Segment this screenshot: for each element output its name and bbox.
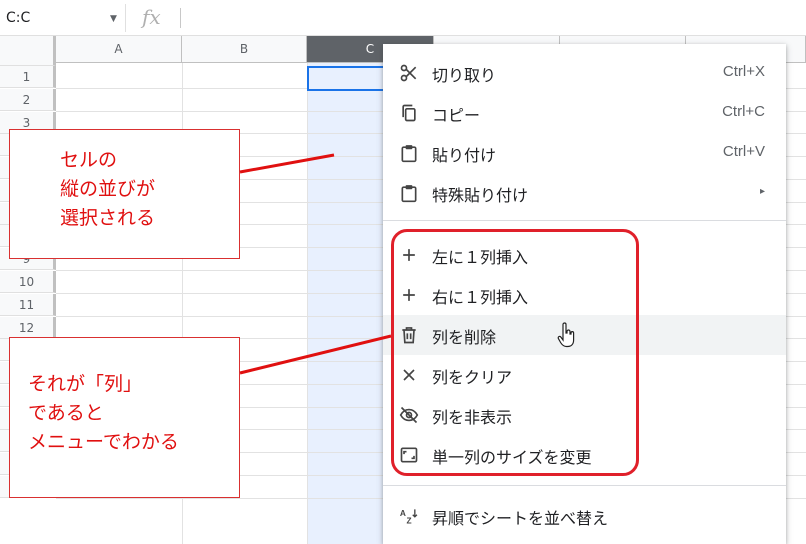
formula-divider xyxy=(180,8,181,28)
svg-text:Z: Z xyxy=(407,516,412,526)
menu-item-paste-special[interactable]: 特殊貼り付け ▸ xyxy=(383,173,786,213)
column-header-a[interactable]: A xyxy=(56,36,182,62)
row-header[interactable]: 2 xyxy=(0,88,56,111)
clipboard-icon xyxy=(399,143,419,163)
clipboard-icon xyxy=(399,183,419,203)
menu-item-shortcut: Ctrl+X xyxy=(722,63,765,80)
menu-item-sort-ascending[interactable]: AZ 昇順でシートを並べ替え xyxy=(383,496,786,536)
name-box-value: C:C xyxy=(6,10,31,26)
annotation-line: メニューでわかる xyxy=(28,431,179,453)
menu-item-label: 昇順でシートを並べ替え xyxy=(432,509,609,528)
eye-off-icon xyxy=(399,405,419,425)
spreadsheet-window: C:C ▼ fx A B C D E F 1234567891011121314… xyxy=(0,0,806,544)
menu-item-label: 列をクリア xyxy=(432,368,513,387)
close-icon xyxy=(399,365,419,385)
menu-item-paste[interactable]: 貼り付け Ctrl+V xyxy=(383,133,786,173)
dropdown-caret-icon[interactable]: ▼ xyxy=(110,14,117,24)
menu-item-label: 列を削除 xyxy=(432,328,497,347)
plus-icon xyxy=(399,245,419,265)
scissors-icon xyxy=(399,63,419,83)
annotation-line: それが「列」 xyxy=(28,373,143,395)
trash-icon xyxy=(399,325,419,345)
menu-item-insert-column-left[interactable]: 左に１列挿入 xyxy=(383,235,786,275)
menu-item-delete-column[interactable]: 列を削除 xyxy=(383,315,786,355)
name-box[interactable]: C:C ▼ xyxy=(0,4,126,32)
menu-item-clear-column[interactable]: 列をクリア xyxy=(383,355,786,395)
row-header[interactable]: 10 xyxy=(0,271,56,294)
annotation-box-selection: セルの 縦の並びが 選択される xyxy=(9,129,240,259)
menu-item-shortcut: Ctrl+V xyxy=(722,143,765,160)
menu-item-label: 列を非表示 xyxy=(432,408,513,427)
menu-item-label: 単一列のサイズを変更 xyxy=(432,448,592,467)
resize-icon xyxy=(399,445,419,465)
annotation-line: であると xyxy=(28,402,104,424)
menu-item-cut[interactable]: 切り取り Ctrl+X xyxy=(383,53,786,93)
annotation-line: セルの xyxy=(60,149,118,171)
menu-item-label: 切り取り xyxy=(432,66,497,85)
menu-item-label: コピー xyxy=(432,106,481,125)
menu-item-insert-column-right[interactable]: 右に１列挿入 xyxy=(383,275,786,315)
menu-item-copy[interactable]: コピー Ctrl+C xyxy=(383,93,786,133)
menu-item-label: 特殊貼り付け xyxy=(432,186,529,205)
row-header[interactable]: 11 xyxy=(0,293,56,316)
column-header-b[interactable]: B xyxy=(182,36,307,62)
row-header-spacer xyxy=(0,43,56,66)
context-menu: 切り取り Ctrl+X コピー Ctrl+C 貼り付け Ctrl+V 特殊貼り付… xyxy=(383,44,786,544)
plus-icon xyxy=(399,285,419,305)
annotation-line: 選択される xyxy=(60,207,156,229)
row-header[interactable]: 1 xyxy=(0,66,56,88)
menu-item-label: 左に１列挿入 xyxy=(432,248,529,267)
menu-item-shortcut: Ctrl+C xyxy=(722,103,765,120)
annotation-box-column: それが「列」 であると メニューでわかる xyxy=(9,337,240,498)
menu-item-label: 貼り付け xyxy=(432,146,497,165)
menu-item-label: 右に１列挿入 xyxy=(432,288,529,307)
row-header[interactable]: 12 xyxy=(0,316,56,339)
function-icon: fx xyxy=(142,5,161,29)
menu-separator xyxy=(383,485,786,486)
menu-item-hide-column[interactable]: 列を非表示 xyxy=(383,395,786,435)
menu-separator xyxy=(383,220,786,221)
grid-line xyxy=(307,63,308,544)
formula-bar: C:C ▼ fx xyxy=(0,0,806,36)
menu-item-resize-column[interactable]: 単一列のサイズを変更 xyxy=(383,435,786,475)
annotation-line: 縦の並びが xyxy=(60,178,156,200)
sort-az-icon: AZ xyxy=(399,506,419,526)
copy-icon xyxy=(399,103,419,123)
submenu-arrow-icon: ▸ xyxy=(759,186,765,197)
svg-text:A: A xyxy=(400,508,406,518)
